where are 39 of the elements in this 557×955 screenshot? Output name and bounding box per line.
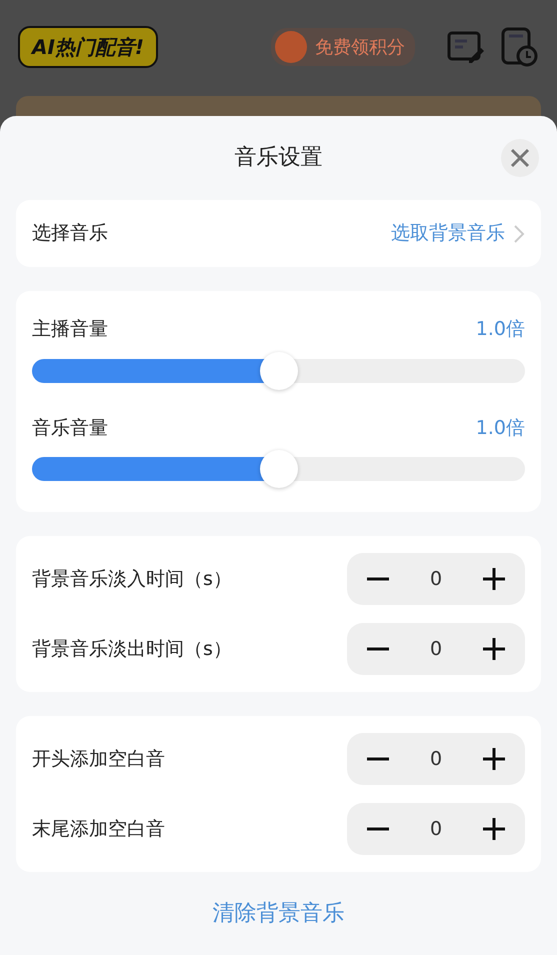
music-select-row[interactable]: 选择音乐 选取背景音乐 xyxy=(16,200,541,267)
slider-thumb[interactable] xyxy=(260,352,298,390)
stepper-value: 0 xyxy=(430,816,442,842)
plus-button[interactable] xyxy=(481,636,507,662)
minus-icon xyxy=(365,757,391,761)
close-button[interactable] xyxy=(501,139,539,177)
clear-music-link[interactable]: 清除背景音乐 xyxy=(206,896,350,931)
plus-button[interactable] xyxy=(481,816,507,842)
app-logo: AI热门配音! xyxy=(18,26,158,68)
sheet-title: 音乐设置 xyxy=(234,145,322,170)
plus-button[interactable] xyxy=(481,746,507,772)
setting-label: 末尾添加空白音 xyxy=(32,816,165,842)
close-icon xyxy=(510,148,530,168)
setting-label: 背景音乐淡入时间（s） xyxy=(32,566,232,592)
stepper-value: 0 xyxy=(430,566,442,592)
coin-icon xyxy=(275,31,307,63)
volume-reading: 1.0倍 xyxy=(476,416,525,440)
volume-reading: 1.0倍 xyxy=(476,317,525,342)
volume-slider[interactable] xyxy=(32,450,525,488)
setting-label: 开头添加空白音 xyxy=(32,746,165,772)
row-label: 选择音乐 xyxy=(32,221,108,246)
chevron-right-icon xyxy=(513,224,525,244)
select-music-link[interactable]: 选取背景音乐 xyxy=(391,219,505,248)
volume-slider[interactable] xyxy=(32,352,525,390)
setting-label: 背景音乐淡出时间（s） xyxy=(32,636,232,662)
minus-icon xyxy=(365,577,391,581)
plus-icon xyxy=(481,636,507,662)
stepper-value: 0 xyxy=(430,746,442,772)
volume-label: 主播音量 xyxy=(32,317,108,342)
stepper-value: 0 xyxy=(430,636,442,662)
plus-icon xyxy=(481,566,507,592)
plus-button[interactable] xyxy=(481,566,507,592)
plus-icon xyxy=(481,746,507,772)
free-points-button[interactable]: 免费领积分 xyxy=(271,28,415,66)
volume-label: 音乐音量 xyxy=(32,416,108,440)
minus-icon xyxy=(365,827,391,831)
minus-icon xyxy=(365,647,391,651)
plus-icon xyxy=(481,816,507,842)
slider-thumb[interactable] xyxy=(260,450,298,488)
